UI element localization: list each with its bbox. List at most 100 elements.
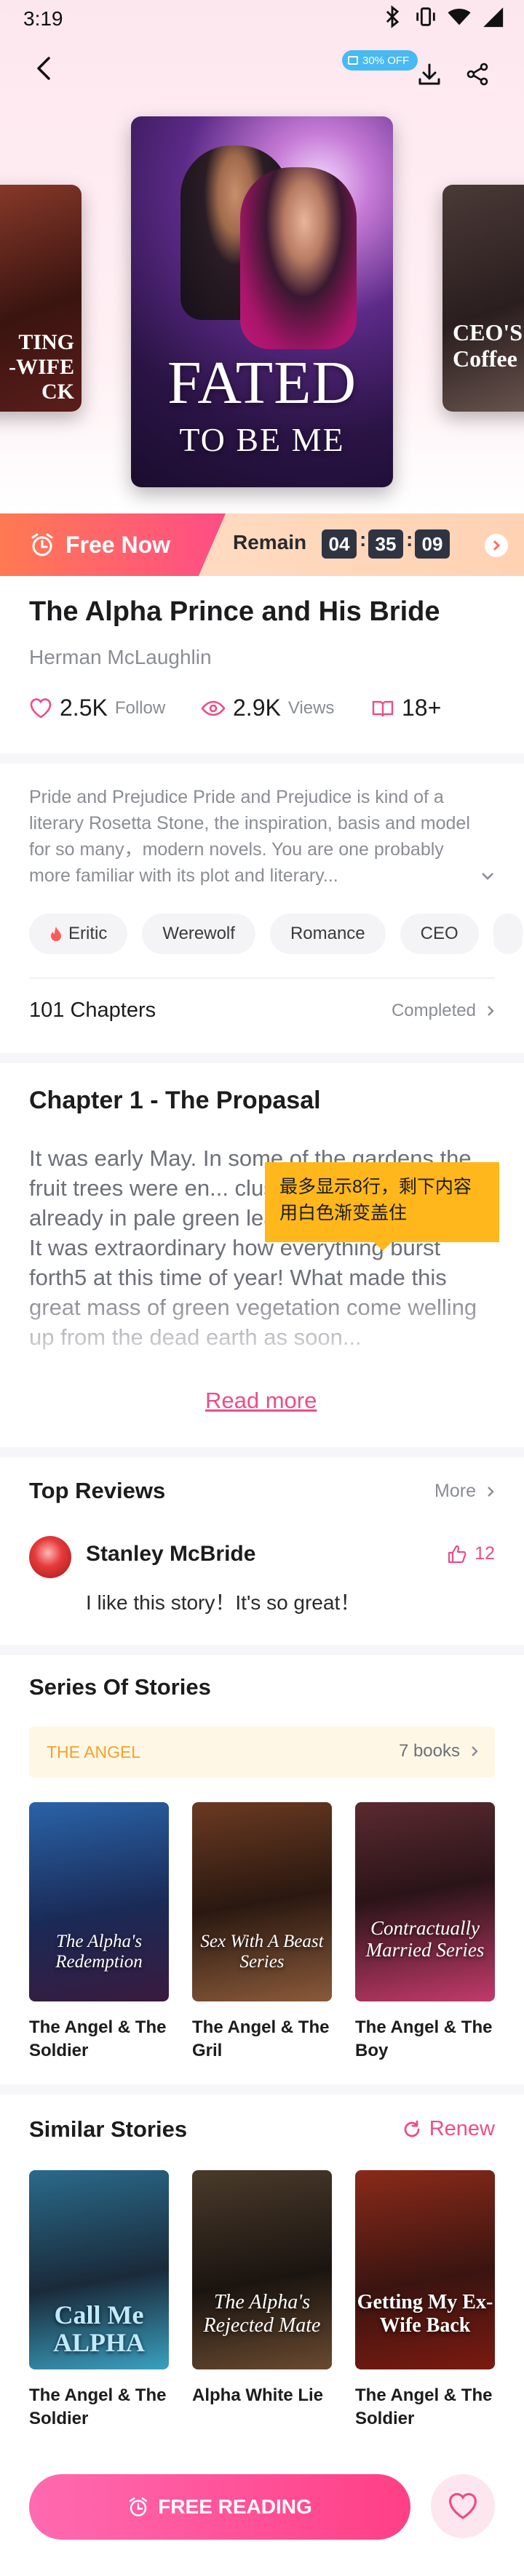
series-book-cover[interactable]: Sex With A Beast Series xyxy=(192,1802,332,2001)
sale-badge-text: 30% OFF xyxy=(362,54,410,67)
cover-next-title: CEO'S Coffee xyxy=(453,319,523,372)
views-stat: 2.9K Views xyxy=(201,695,334,721)
tag-chip[interactable]: Werewolf xyxy=(142,913,255,954)
back-arrow-icon xyxy=(37,57,50,80)
reviews-heading: Top Reviews xyxy=(29,1478,166,1503)
series-book-cover[interactable]: The Alpha's Redemption xyxy=(29,1802,169,2001)
renew-button[interactable]: Renew xyxy=(402,2117,495,2141)
free-now-arrow-button[interactable] xyxy=(485,534,508,557)
read-more-link[interactable]: Read more xyxy=(205,1388,317,1414)
follow-count: 2.5K xyxy=(60,695,108,721)
book-description[interactable]: Pride and Prejudice Pride and Prejudice … xyxy=(29,784,488,889)
chevron-down-icon xyxy=(482,873,493,880)
timer-hours: 04 xyxy=(322,529,357,559)
annotation-tooltip: 最多显示8行，剩下内容用白色渐变盖住 xyxy=(265,1162,499,1251)
series-count: 7 books xyxy=(398,1741,460,1761)
cover-prev-title: TING -WIFE CK xyxy=(9,330,74,404)
tag-chip[interactable]: Romance xyxy=(269,913,386,954)
review-like-count: 12 xyxy=(475,1543,495,1564)
share-icon xyxy=(467,63,488,86)
series-book-title[interactable]: The Angel & The Gril xyxy=(192,2016,338,2063)
download-icon xyxy=(418,63,440,85)
tag-label: Eritic xyxy=(68,924,108,943)
cover-main[interactable]: FATED TO BE ME xyxy=(131,116,393,487)
line-divider xyxy=(29,977,495,979)
series-book-cover[interactable]: Contractually Married Series xyxy=(355,1802,495,2001)
free-reading-label: FREE READING xyxy=(158,2495,312,2518)
back-button[interactable] xyxy=(29,54,58,83)
free-reading-button[interactable]: FREE READING xyxy=(29,2474,410,2540)
flame-icon xyxy=(51,927,61,941)
reviews-more-button[interactable]: More xyxy=(434,1481,495,1502)
similar-book-title[interactable]: Alpha White Lie xyxy=(192,2384,338,2407)
book-detail-page: 3:19 30% OFF TING -WIFE CK CEO'S Coffee … xyxy=(0,0,524,2576)
free-now-bar[interactable]: Free Now Remain 04 : 35 : 09 xyxy=(0,513,524,576)
chevron-right-icon xyxy=(493,540,501,551)
cover-title-line1: FATED xyxy=(167,349,357,417)
alarm-clock-icon xyxy=(130,2497,148,2516)
similar-book-cover[interactable]: Getting My Ex-Wife Back xyxy=(355,2170,495,2369)
similar-book-title[interactable]: The Angel & The Soldier xyxy=(355,2384,501,2431)
cover-title-line2: TO BE ME xyxy=(179,421,345,458)
section-divider xyxy=(0,1053,524,1063)
timer-seconds: 09 xyxy=(415,529,450,559)
tag-chip[interactable]: Eritic xyxy=(29,913,128,954)
free-now-label: Free Now xyxy=(0,513,226,576)
age-rating: 18+ xyxy=(371,695,441,721)
views-label: Views xyxy=(287,697,335,718)
tag-label: Werewolf xyxy=(162,924,235,943)
section-divider xyxy=(0,753,524,764)
thumbs-up-icon xyxy=(448,1545,467,1563)
series-name: THE ANGEL xyxy=(47,1743,141,1761)
download-button[interactable] xyxy=(415,60,444,89)
reviewer-avatar[interactable] xyxy=(29,1536,71,1578)
timer-colon: : xyxy=(406,528,413,551)
eye-icon xyxy=(201,700,226,716)
follow-stat[interactable]: 2.5K Follow xyxy=(29,695,165,721)
book-title: The Alpha Prince and His Bride xyxy=(29,596,440,627)
chevron-right-icon xyxy=(488,1486,494,1497)
series-book-title[interactable]: The Angel & The Soldier xyxy=(29,2016,175,2063)
sale-badge: 30% OFF xyxy=(342,50,418,71)
heart-outline-icon xyxy=(449,2492,477,2519)
section-divider xyxy=(0,2084,524,2095)
tag-chip-partial[interactable] xyxy=(493,913,523,954)
book-cover-text: Call Me ALPHA xyxy=(53,2300,145,2357)
chevron-right-icon xyxy=(472,1746,478,1756)
similar-book-cover[interactable]: The Alpha's Rejected Mate xyxy=(192,2170,332,2369)
more-label: More xyxy=(434,1481,476,1501)
expand-description-button[interactable] xyxy=(480,871,495,885)
book-author[interactable]: Herman McLaughlin xyxy=(29,646,212,669)
similar-book-title[interactable]: The Angel & The Soldier xyxy=(29,2384,175,2431)
free-now-text: Free Now xyxy=(66,531,171,558)
share-button[interactable] xyxy=(463,60,492,89)
tag-label: CEO xyxy=(420,924,458,943)
similar-book-cover[interactable]: Call Me ALPHA xyxy=(29,2170,169,2369)
alarm-clock-icon xyxy=(31,533,53,556)
tag-list: Eritic Werewolf Romance CEO xyxy=(29,913,523,954)
completion-status[interactable]: Completed xyxy=(392,1001,495,1021)
section-divider xyxy=(0,1447,524,1457)
book-cover-text: Getting My Ex-Wife Back xyxy=(357,2291,493,2337)
heart-outline-icon xyxy=(30,697,52,719)
chapter-title: Chapter 1 - The Propasal xyxy=(29,1087,321,1114)
book-cover-text: Sex With A Beast Series xyxy=(200,1932,324,1972)
series-book-title[interactable]: The Angel & The Boy xyxy=(355,2016,501,2063)
wifi-icon xyxy=(448,9,471,25)
signal-icon xyxy=(483,7,504,28)
chevron-right-icon xyxy=(488,1006,494,1016)
cover-prev[interactable]: TING -WIFE CK xyxy=(0,185,82,412)
series-count-button[interactable]: 7 books xyxy=(399,1741,479,1761)
refresh-icon xyxy=(404,2120,420,2137)
status-icons xyxy=(380,4,505,29)
cover-next[interactable]: CEO'S Coffee xyxy=(442,185,524,412)
series-heading: Series Of Stories xyxy=(29,1674,211,1700)
book-cover-text: The Alpha's Rejected Mate xyxy=(203,2291,321,2337)
series-bar[interactable]: THE ANGEL 7 books xyxy=(29,1727,495,1777)
status-time: 3:19 xyxy=(23,7,63,30)
favorite-button[interactable] xyxy=(431,2474,495,2538)
chapter-count[interactable]: 101 Chapters xyxy=(29,999,156,1023)
tag-chip[interactable]: CEO xyxy=(400,913,479,954)
review-like-button[interactable]: 12 xyxy=(447,1543,495,1564)
coupon-icon xyxy=(348,56,358,65)
